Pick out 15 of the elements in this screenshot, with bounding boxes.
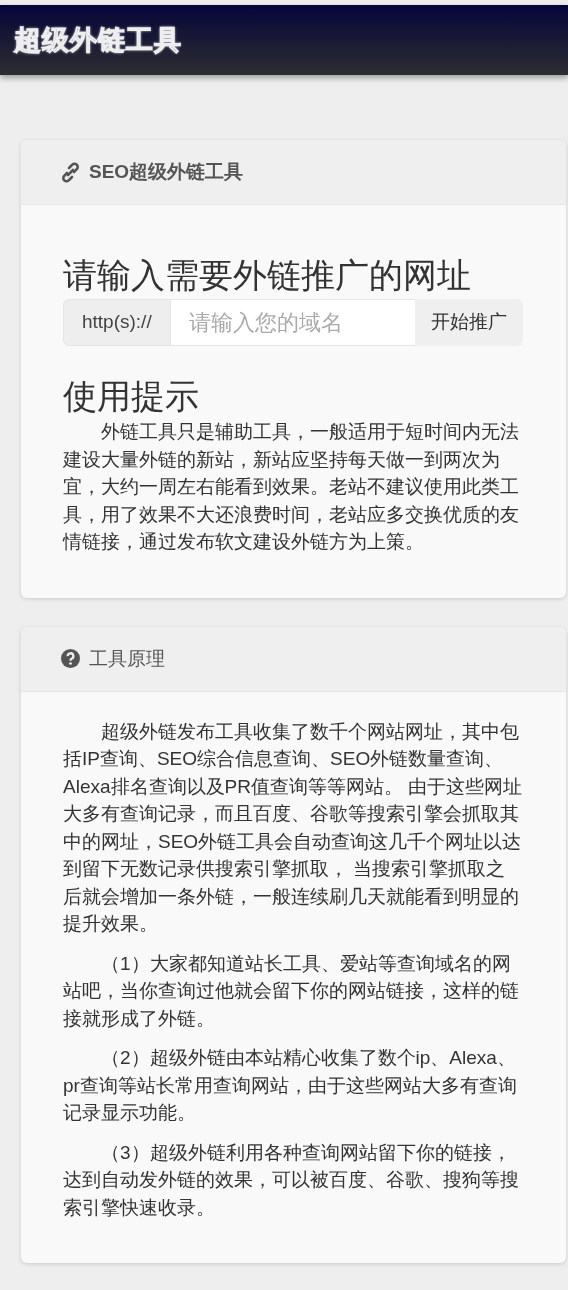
start-button[interactable]: 开始推广 [415, 299, 523, 347]
brand-logo: 超级外链工具 [14, 23, 182, 57]
card-title: SEO超级外链工具 [89, 159, 244, 184]
paragraph: （3）超级外链利用各种查询网站留下你的链接，达到自动发外链的效果，可以被百度、谷歌、搜狗等搜索引擎快速收录。 [63, 1140, 520, 1220]
tips-paragraph: 外链工具只是辅助工具，一般适用于短时间内无法建设大量外链的新站，新站应坚持每天做一到两次为宜，大约一周左右能看到效果。老站不建议使用此类工具，用了效果不大还浪费时间，老站应多交换优质的友情链接，通过发布软文建设外链方为上策。 [63, 420, 520, 555]
heading: 请输入需要外链推广的网址 [63, 255, 472, 296]
help-icon [61, 649, 80, 669]
heading: 使用提示 [63, 376, 200, 418]
paragraph: （2）超级外链由本站精心收集了数个ip、Alexa、pr查询等站长常用查询网站，由于这些网站大多有查询记录显示功能。 [63, 1046, 518, 1126]
url-prefix: http(s):// [63, 299, 171, 347]
paragraph: （1）大家都知道站长工具、爱站等查询域名的网站吧，当你查询过他就会留下你的网站链接，这样的链接就形成了外链。 [63, 951, 520, 1031]
card-title: 工具原理 [89, 646, 165, 671]
link-icon [61, 161, 80, 183]
paragraph: 超级外链发布工具收集了数千个网站网址，其中包括IP查询、SEO综合信息查询、SEO外链数量查询、Alexa排名查询以及PR值查询等等网站。 由于这些网址大多有查询记录，而且百度、谷歌等搜索引擎会抓取其中的网址，SEO外链工具会自动查询这几千个网址以达到留下无数记录供搜索引擎抓取， 当搜索引擎抓取之后就会增加一条外链，一般连续刷几天就能看到明显的提升效果。 [63, 719, 523, 937]
domain-input[interactable]: 请输入您的域名 [169, 299, 416, 347]
